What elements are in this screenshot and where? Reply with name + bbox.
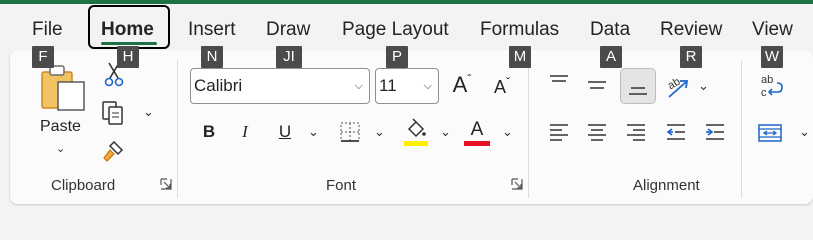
top-align-button[interactable] [544, 68, 574, 96]
font-color-swatch [464, 140, 490, 146]
font-color-letter: A [470, 118, 484, 140]
tab-draw[interactable]: Draw [266, 17, 310, 43]
title-bar-accent [0, 0, 813, 4]
copy-dropdown-chevron-icon[interactable]: ⌄ [143, 104, 154, 120]
merge-center-button[interactable] [756, 120, 784, 146]
font-color-dropdown-chevron-icon[interactable]: ⌄ [502, 124, 513, 140]
middle-align-button[interactable] [582, 70, 612, 100]
paste-label[interactable]: Paste [40, 118, 81, 136]
paste-dropdown-chevron-icon[interactable]: ⌄ [56, 142, 65, 155]
borders-icon [340, 122, 360, 142]
keytip-page-layout: P [386, 46, 408, 68]
increase-indent-icon [706, 124, 724, 140]
decrease-indent-icon [666, 124, 685, 140]
group-separator [741, 60, 742, 198]
borders-dropdown-chevron-icon[interactable]: ⌄ [374, 124, 385, 140]
group-separator [177, 60, 178, 198]
tab-formulas[interactable]: Formulas [480, 17, 559, 43]
tab-data[interactable]: Data [590, 17, 630, 43]
shrink-font-label: A [493, 76, 506, 97]
borders-button[interactable] [336, 118, 364, 146]
font-color-button[interactable]: A [462, 116, 492, 148]
orientation-button[interactable]: ab [662, 70, 694, 102]
increase-indent-button[interactable] [700, 118, 730, 146]
tab-page-layout[interactable]: Page Layout [342, 17, 449, 43]
orientation-dropdown-chevron-icon[interactable]: ⌄ [698, 78, 709, 94]
underline-dropdown-chevron-icon[interactable]: ⌄ [308, 124, 319, 140]
text-orientation-icon: ab [666, 76, 689, 98]
svg-text:c: c [761, 87, 767, 99]
wrap-text-icon: ab c [761, 74, 783, 99]
bottom-align-button[interactable] [620, 68, 656, 104]
font-dialog-launcher-icon[interactable] [511, 178, 523, 190]
svg-text:ab: ab [666, 76, 683, 93]
grow-font-label: A [452, 72, 468, 97]
chevron-down-icon[interactable]: ⌵ [355, 69, 363, 103]
bottom-align-icon [629, 87, 647, 95]
tab-insert[interactable]: Insert [188, 17, 236, 43]
keytip-view: W [761, 46, 783, 68]
caret-down-icon: ˇ [506, 75, 510, 89]
merge-center-icon [758, 124, 782, 142]
bold-button[interactable]: B [196, 118, 222, 146]
align-left-button[interactable] [544, 118, 574, 146]
tab-home[interactable]: Home [101, 17, 154, 43]
keytip-formulas: M [509, 46, 531, 68]
fill-color-button[interactable] [402, 116, 430, 148]
wrap-text-button[interactable]: ab c [756, 70, 786, 102]
font-name-value: Calibri [194, 76, 243, 95]
keytip-data: A [600, 46, 622, 68]
underline-button[interactable]: U [272, 118, 298, 146]
chevron-down-icon[interactable]: ⌵ [424, 69, 432, 103]
group-separator [528, 60, 529, 198]
paint-bucket-icon [404, 118, 428, 146]
alignment-group-label: Alignment [633, 177, 700, 194]
clipboard-dialog-launcher-icon[interactable] [160, 178, 172, 190]
keytip-insert: N [201, 46, 223, 68]
tab-home-active-indicator [101, 42, 157, 45]
font-size-value: 11 [379, 76, 397, 95]
keytip-draw: JI [276, 46, 302, 68]
font-group-label: Font [326, 177, 357, 194]
svg-text:ab: ab [761, 74, 773, 86]
align-right-button[interactable] [621, 118, 651, 146]
merge-dropdown-chevron-icon[interactable]: ⌄ [799, 124, 810, 140]
align-right-icon [627, 124, 645, 141]
tab-file[interactable]: File [32, 17, 63, 43]
decrease-indent-button[interactable] [661, 118, 691, 146]
font-name-combobox[interactable]: Calibri ⌵ [190, 68, 370, 104]
clipboard-group-label: Clipboard [51, 177, 116, 194]
tab-review[interactable]: Review [660, 17, 722, 43]
keytip-file: F [32, 46, 54, 68]
keytip-review: R [680, 46, 702, 68]
align-center-icon [588, 124, 606, 141]
align-left-icon [550, 124, 568, 141]
caret-up-icon: ˆ [467, 72, 472, 86]
middle-align-icon [588, 81, 606, 89]
italic-button[interactable]: I [232, 118, 258, 146]
font-size-combobox[interactable]: 11 ⌵ [375, 68, 439, 104]
keytip-home: H [117, 46, 139, 68]
decrease-font-size-button[interactable]: Aˇ [486, 72, 518, 102]
fill-color-dropdown-chevron-icon[interactable]: ⌄ [440, 124, 451, 140]
copy-icon [102, 101, 123, 125]
format-painter-button[interactable] [98, 136, 128, 166]
top-align-icon [550, 75, 568, 82]
align-center-button[interactable] [582, 118, 612, 146]
copy-button[interactable] [98, 98, 128, 128]
tab-view[interactable]: View [752, 17, 793, 43]
increase-font-size-button[interactable]: Aˆ [446, 70, 478, 100]
format-painter-icon [103, 140, 124, 162]
